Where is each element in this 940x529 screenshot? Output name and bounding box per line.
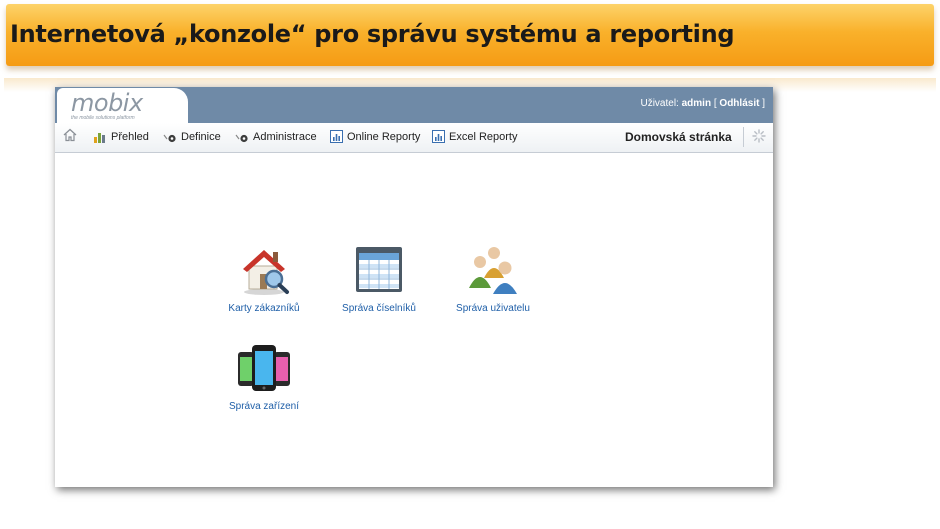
nav-item-administrace[interactable]: Administrace	[235, 130, 317, 143]
app-header: mobix the mobile solutions platform Uživ…	[55, 87, 773, 123]
tile-label: Správa číselníků	[342, 303, 416, 314]
user-info: Uživatel: admin [ Odhlásit ]	[640, 98, 765, 109]
nav-label: Online Reporty	[347, 130, 421, 143]
slide-banner: Internetová „konzole“ pro správu systému…	[6, 4, 934, 66]
nav-label: Přehled	[111, 130, 149, 143]
report-icon	[432, 130, 445, 143]
user-label: Uživatel:	[640, 98, 679, 109]
tile-label: Správa uživatelu	[456, 303, 530, 314]
home-icon[interactable]	[63, 128, 77, 142]
phones-icon	[238, 345, 290, 391]
bar-chart-icon	[94, 133, 105, 143]
nav-item-online-reporty[interactable]: Online Reporty	[330, 130, 420, 143]
user-name: admin	[681, 98, 712, 109]
tile-sprava-ciselniku[interactable]: Správa číselníků	[329, 244, 429, 314]
report-icon	[330, 130, 343, 143]
loading-spinner-icon	[752, 129, 766, 143]
nav-item-excel-reporty[interactable]: Excel Reporty	[432, 130, 517, 143]
house-search-icon	[243, 250, 289, 295]
users-icon	[469, 247, 517, 294]
nav-label: Administrace	[253, 130, 317, 143]
bracket-close: ]	[762, 98, 765, 109]
gear-icon	[235, 134, 248, 143]
tile-label: Karty zákazníků	[228, 303, 300, 314]
logo-tab[interactable]: mobix the mobile solutions platform	[57, 88, 188, 123]
bracket-open: [	[713, 98, 717, 109]
nav-bar: Přehled Definice Administrace Online Rep…	[55, 123, 773, 153]
tile-karty-zakazniku[interactable]: Karty zákazníků	[214, 244, 314, 314]
nav-label: Definice	[181, 130, 221, 143]
app-window: mobix the mobile solutions platform Uživ…	[55, 87, 773, 487]
logout-link[interactable]: Odhlásit	[719, 98, 759, 109]
app-logo: mobix	[71, 89, 143, 117]
gear-icon	[163, 134, 176, 143]
tile-sprava-uzivatelu[interactable]: Správa uživatelu	[443, 244, 543, 314]
nav-item-prehled[interactable]: Přehled	[93, 130, 149, 143]
tile-label: Správa zařízení	[228, 401, 300, 412]
current-page-title: Domovská stránka	[625, 130, 732, 144]
nav-item-definice[interactable]: Definice	[163, 130, 221, 143]
nav-divider	[743, 127, 744, 147]
tile-sprava-zarizeni[interactable]: Správa zařízení	[214, 342, 314, 412]
slide-title: Internetová „konzole“ pro správu systému…	[10, 20, 735, 48]
nav-label: Excel Reporty	[449, 130, 518, 143]
table-icon	[356, 247, 402, 292]
app-tagline: the mobile solutions platform	[71, 115, 135, 121]
